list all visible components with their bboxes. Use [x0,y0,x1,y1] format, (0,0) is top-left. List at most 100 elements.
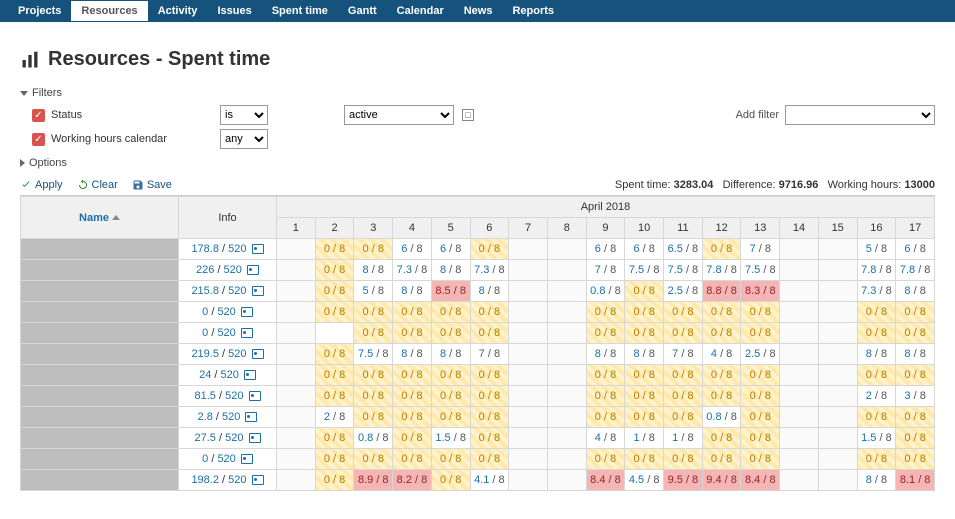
cell-day-10[interactable]: 4.5 / 8 [625,470,664,491]
cell-day-6[interactable]: 0 / 8 [470,386,509,407]
info-cell[interactable]: 0 / 520 [179,449,277,470]
cell-day-12[interactable]: 9.4 / 8 [702,470,741,491]
cell-day-10[interactable]: 0 / 8 [625,281,664,302]
cell-day-6[interactable]: 0 / 8 [470,239,509,260]
cell-day-4[interactable]: 0 / 8 [393,449,432,470]
cell-day-9[interactable]: 4 / 8 [586,428,625,449]
cell-day-5[interactable]: 8 / 8 [431,344,470,365]
name-cell[interactable] [21,470,179,491]
cell-day-6[interactable]: 0 / 8 [470,302,509,323]
cell-day-13[interactable]: 8.4 / 8 [741,470,780,491]
info-cell[interactable]: 198.2 / 520 [179,470,277,491]
cell-day-11[interactable]: 0 / 8 [664,302,703,323]
info-cell[interactable]: 215.8 / 520 [179,281,277,302]
cell-day-14[interactable] [780,260,819,281]
cell-day-11[interactable]: 0 / 8 [664,449,703,470]
cell-day-6[interactable]: 0 / 8 [470,428,509,449]
cell-day-12[interactable]: 7.8 / 8 [702,260,741,281]
cell-day-16[interactable]: 0 / 8 [857,407,896,428]
col-day-2[interactable]: 2 [315,218,354,239]
cell-day-10[interactable]: 8 / 8 [625,344,664,365]
cell-day-11[interactable]: 1 / 8 [664,428,703,449]
card-icon[interactable] [252,475,264,485]
cell-day-11[interactable]: 6.5 / 8 [664,239,703,260]
cell-day-9[interactable]: 0.8 / 8 [586,281,625,302]
card-icon[interactable] [252,349,264,359]
cell-day-1[interactable] [277,386,316,407]
col-day-16[interactable]: 16 [857,218,896,239]
col-day-10[interactable]: 10 [625,218,664,239]
cell-day-5[interactable]: 8.5 / 8 [431,281,470,302]
cell-day-4[interactable]: 7.3 / 8 [393,260,432,281]
cell-day-3[interactable]: 0 / 8 [354,302,393,323]
cell-day-12[interactable]: 0 / 8 [702,239,741,260]
nav-news[interactable]: News [454,1,503,21]
cell-day-11[interactable]: 0 / 8 [664,407,703,428]
cell-day-13[interactable]: 0 / 8 [741,407,780,428]
col-day-15[interactable]: 15 [818,218,857,239]
card-icon[interactable] [241,454,253,464]
filter-status-label[interactable]: ✓Status [32,109,212,122]
cell-day-4[interactable]: 0 / 8 [393,407,432,428]
cell-day-15[interactable] [818,323,857,344]
cell-day-7[interactable] [509,344,548,365]
cell-day-15[interactable] [818,281,857,302]
cell-day-10[interactable]: 0 / 8 [625,302,664,323]
col-info[interactable]: Info [179,197,277,239]
cell-day-3[interactable]: 7.5 / 8 [354,344,393,365]
card-icon[interactable] [245,412,257,422]
col-day-13[interactable]: 13 [741,218,780,239]
cell-day-12[interactable]: 4 / 8 [702,344,741,365]
cell-day-11[interactable]: 7.5 / 8 [664,260,703,281]
cell-day-8[interactable] [547,239,586,260]
name-cell[interactable] [21,281,179,302]
cell-day-7[interactable] [509,365,548,386]
cell-day-6[interactable]: 4.1 / 8 [470,470,509,491]
cell-day-7[interactable] [509,239,548,260]
info-cell[interactable]: 0 / 520 [179,302,277,323]
cell-day-8[interactable] [547,365,586,386]
col-day-11[interactable]: 11 [664,218,703,239]
cell-day-10[interactable]: 7.5 / 8 [625,260,664,281]
cell-day-2[interactable]: 0 / 8 [315,239,354,260]
cell-day-17[interactable]: 3 / 8 [896,386,935,407]
cell-day-9[interactable]: 7 / 8 [586,260,625,281]
cell-day-15[interactable] [818,344,857,365]
cell-day-14[interactable] [780,428,819,449]
cell-day-1[interactable] [277,344,316,365]
cell-day-13[interactable]: 2.5 / 8 [741,344,780,365]
cell-day-8[interactable] [547,386,586,407]
cell-day-13[interactable]: 0 / 8 [741,386,780,407]
cell-day-10[interactable]: 0 / 8 [625,386,664,407]
cell-day-7[interactable] [509,470,548,491]
cell-day-11[interactable]: 0 / 8 [664,365,703,386]
cell-day-13[interactable]: 7 / 8 [741,239,780,260]
cell-day-1[interactable] [277,302,316,323]
cell-day-5[interactable]: 0 / 8 [431,407,470,428]
cell-day-2[interactable] [315,323,354,344]
checkbox-checked-icon[interactable]: ✓ [32,109,45,122]
cell-day-4[interactable]: 8 / 8 [393,281,432,302]
cell-day-8[interactable] [547,281,586,302]
nav-projects[interactable]: Projects [8,1,71,21]
cell-day-14[interactable] [780,407,819,428]
cell-day-6[interactable]: 7 / 8 [470,344,509,365]
cell-day-11[interactable]: 2.5 / 8 [664,281,703,302]
cell-day-17[interactable]: 8.1 / 8 [896,470,935,491]
cell-day-1[interactable] [277,260,316,281]
cell-day-6[interactable]: 7.3 / 8 [470,260,509,281]
cell-day-10[interactable]: 1 / 8 [625,428,664,449]
cell-day-5[interactable]: 0 / 8 [431,365,470,386]
col-day-14[interactable]: 14 [780,218,819,239]
cell-day-12[interactable]: 0 / 8 [702,302,741,323]
cell-day-4[interactable]: 0 / 8 [393,428,432,449]
cell-day-14[interactable] [780,365,819,386]
cell-day-13[interactable]: 0 / 8 [741,302,780,323]
cell-day-7[interactable] [509,302,548,323]
cell-day-2[interactable]: 0 / 8 [315,386,354,407]
cell-day-12[interactable]: 0.8 / 8 [702,407,741,428]
cell-day-3[interactable]: 0 / 8 [354,365,393,386]
info-cell[interactable]: 178.8 / 520 [179,239,277,260]
info-cell[interactable]: 24 / 520 [179,365,277,386]
cell-day-5[interactable]: 0 / 8 [431,386,470,407]
